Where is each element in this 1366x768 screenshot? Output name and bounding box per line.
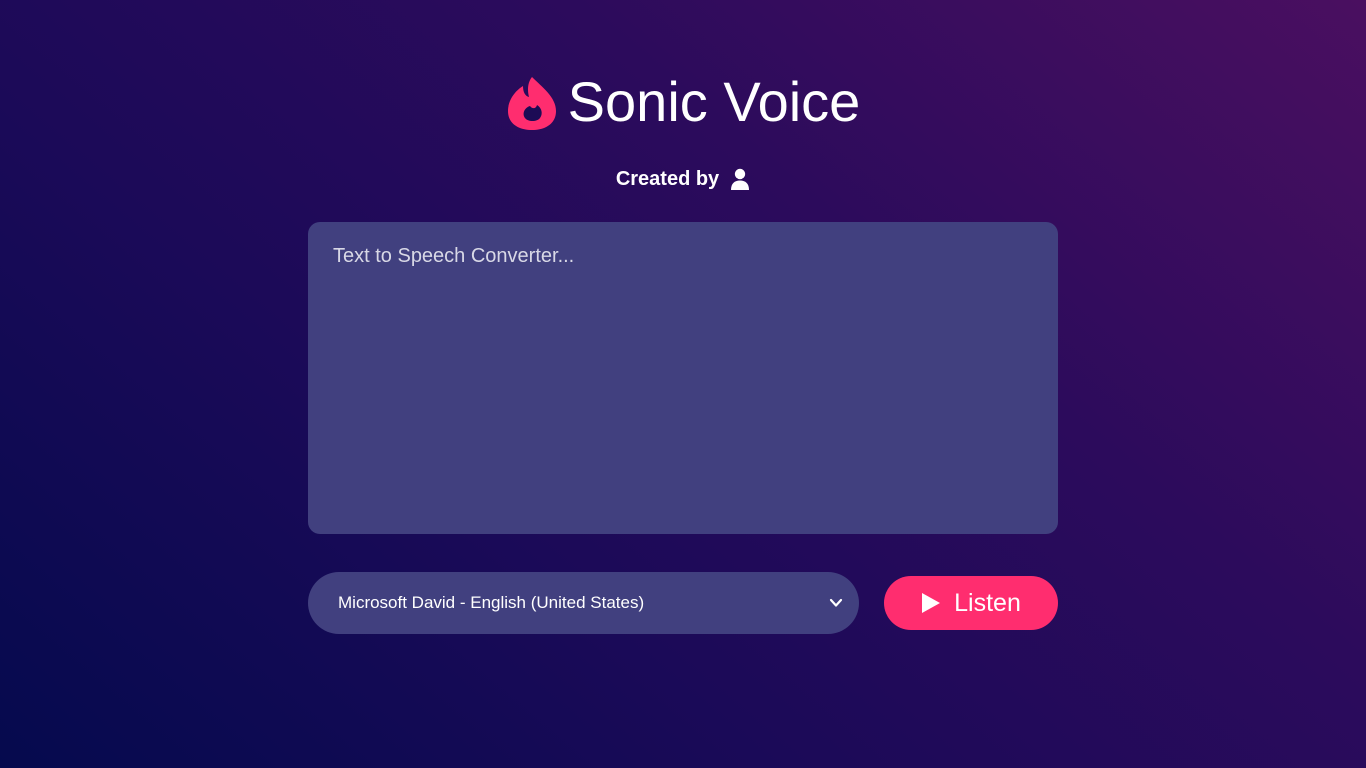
user-icon[interactable]: [730, 168, 750, 190]
listen-button[interactable]: Listen: [884, 576, 1058, 630]
credit-label: Created by: [615, 168, 720, 190]
credit-line: Created by: [0, 166, 1366, 192]
speech-text-panel: [308, 222, 1058, 534]
app-header: Sonic Voice: [0, 70, 1366, 134]
listen-label: Listen: [954, 588, 1021, 617]
play-icon: [922, 593, 941, 613]
chevron-down-icon: [829, 598, 843, 607]
speech-text-input[interactable]: [308, 222, 1058, 534]
app-title: Sonic Voice: [567, 70, 861, 133]
voice-select-value: Microsoft David - English (United States…: [338, 593, 645, 612]
flame-icon: [507, 77, 556, 130]
voice-select[interactable]: Microsoft David - English (United States…: [308, 572, 859, 634]
